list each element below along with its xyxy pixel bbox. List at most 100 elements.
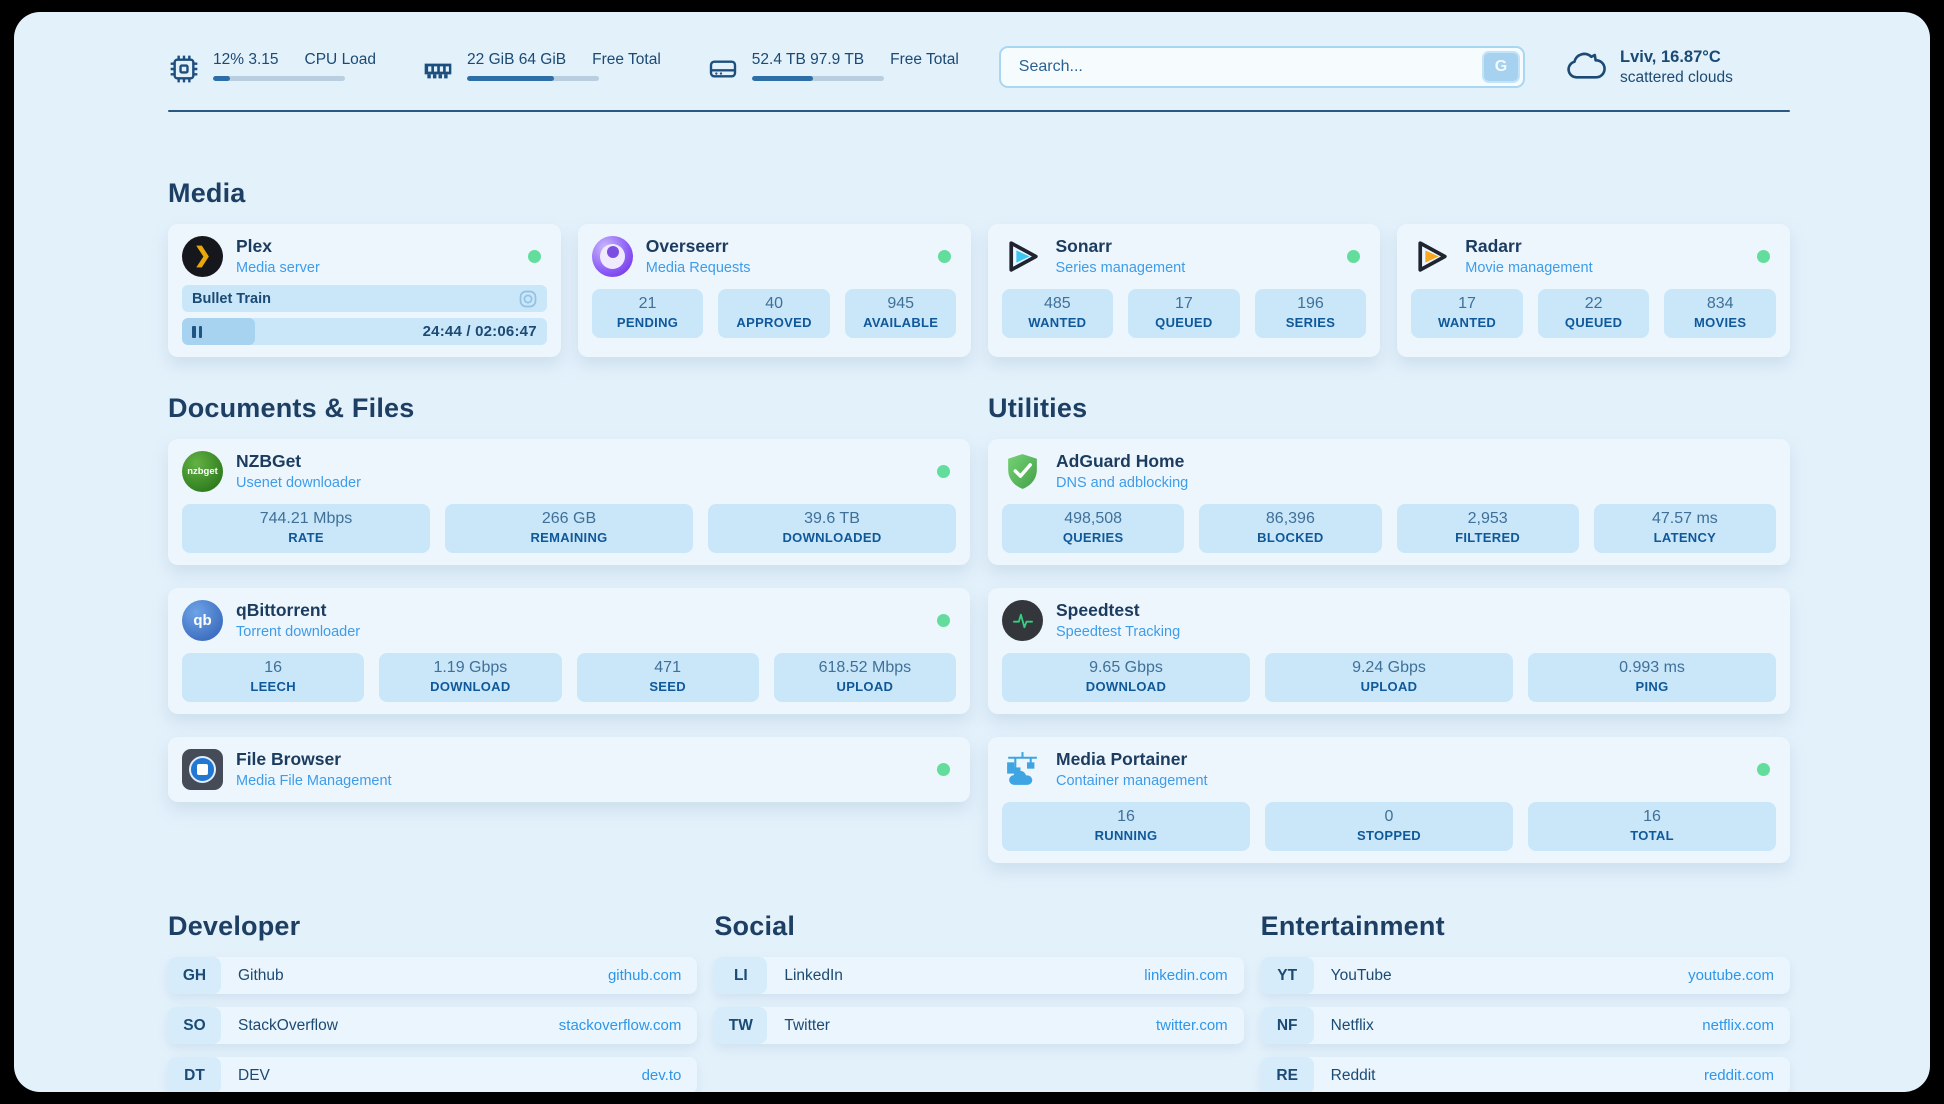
link-name: LinkedIn <box>784 967 843 985</box>
disk-label-2: Total <box>926 51 959 68</box>
playback-time: 24:44 / 02:06:47 <box>423 323 537 340</box>
link-tag: DT <box>168 1057 221 1092</box>
card-header: SpeedtestSpeedtest Tracking <box>1002 600 1776 641</box>
media-cards-grid: ❯PlexMedia serverBullet Train24:44 / 02:… <box>168 224 1790 357</box>
card-subtitle: Speedtest Tracking <box>1056 623 1180 641</box>
link-url: github.com <box>608 967 681 984</box>
section-title-documents: Documents & Files <box>168 393 970 424</box>
stat-value: 47.57 ms <box>1600 510 1770 528</box>
stat-label: DOWNLOAD <box>1008 679 1244 694</box>
app-card-radarr[interactable]: RadarrMovie management17WANTED22QUEUED83… <box>1397 224 1790 357</box>
stat-label: PENDING <box>598 315 698 330</box>
hardware-stats: 12% 3.15 CPU Load <box>168 50 959 85</box>
stat-value: 16 <box>1534 808 1770 826</box>
app-card-plex[interactable]: ❯PlexMedia serverBullet Train24:44 / 02:… <box>168 224 561 357</box>
stat-label: SERIES <box>1261 315 1361 330</box>
radarr-icon <box>1411 236 1452 277</box>
stat-chip-wanted: 485WANTED <box>1002 289 1114 338</box>
stat-value: 618.52 Mbps <box>780 659 950 677</box>
stat-chip-download: 9.65 Gbps DOWNLOAD <box>1002 653 1250 702</box>
stat-chip-leech: 16LEECH <box>182 653 364 702</box>
stat-chip-approved: 40APPROVED <box>718 289 830 338</box>
link-row-stackoverflow[interactable]: SOStackOverflowstackoverflow.com <box>168 1007 697 1044</box>
link-row-reddit[interactable]: RERedditreddit.com <box>1261 1057 1790 1092</box>
sonarr-icon <box>1002 236 1043 277</box>
ram-icon <box>422 53 454 85</box>
card-header: qbqBittorrentTorrent downloader <box>182 600 956 641</box>
stat-label: STOPPED <box>1271 828 1507 843</box>
stat-label: BLOCKED <box>1205 530 1375 545</box>
stat-label: PING <box>1534 679 1770 694</box>
speedtest-icon <box>1002 600 1043 641</box>
card-stats-row: 498,508QUERIES86,396BLOCKED2,953FILTERED… <box>1002 504 1776 553</box>
card-title: qBittorrent <box>236 600 360 622</box>
card-header: File BrowserMedia File Management <box>182 749 956 790</box>
stat-chip-latency: 47.57 msLATENCY <box>1594 504 1776 553</box>
card-header-text: Media PortainerContainer management <box>1056 749 1208 790</box>
search-bar: G <box>999 46 1525 88</box>
link-url: stackoverflow.com <box>559 1017 682 1034</box>
link-row-linkedin[interactable]: LILinkedInlinkedin.com <box>714 957 1243 994</box>
card-header: ❯PlexMedia server <box>182 236 547 277</box>
app-card-qbittorrent[interactable]: qbqBittorrentTorrent downloader16LEECH1.… <box>168 588 970 714</box>
stat-chip-queued: 22QUEUED <box>1538 289 1650 338</box>
status-online-dot <box>937 614 950 627</box>
app-card-sonarr[interactable]: SonarrSeries management485WANTED17QUEUED… <box>988 224 1381 357</box>
cpu-icon <box>168 53 200 85</box>
card-subtitle: Movie management <box>1465 259 1592 277</box>
card-header-text: SpeedtestSpeedtest Tracking <box>1056 600 1180 641</box>
stat-chip-download: 1.19 GbpsDOWNLOAD <box>379 653 561 702</box>
card-subtitle: Media server <box>236 259 320 277</box>
link-row-twitter[interactable]: TWTwittertwitter.com <box>714 1007 1243 1044</box>
stat-value: 16 <box>188 659 358 677</box>
card-stats-row: 16RUNNING0STOPPED16TOTAL <box>1002 802 1776 851</box>
link-row-github[interactable]: GHGithubgithub.com <box>168 957 697 994</box>
qbittorrent-icon: qb <box>182 600 223 641</box>
link-tag: YT <box>1261 957 1314 994</box>
section-title-entertainment: Entertainment <box>1261 911 1790 942</box>
app-card-media-portainer[interactable]: Media PortainerContainer management16RUN… <box>988 737 1790 863</box>
search-engine-button[interactable]: G <box>1482 51 1520 83</box>
stat-chip-pending: 21PENDING <box>592 289 704 338</box>
plex-icon: ❯ <box>182 236 223 277</box>
pause-icon <box>192 326 210 338</box>
card-stats-row: 16LEECH1.19 GbpsDOWNLOAD471SEED618.52 Mb… <box>182 653 956 702</box>
stat-value: 0.993 ms <box>1534 659 1770 677</box>
card-title: NZBGet <box>236 451 361 473</box>
stat-value: 17 <box>1134 295 1234 313</box>
search-input[interactable] <box>999 46 1525 88</box>
section-utilities: Utilities AdGuard HomeDNS and adblocking… <box>988 393 1790 863</box>
section-media: Media ❯PlexMedia serverBullet Train24:44… <box>168 178 1790 357</box>
app-card-nzbget[interactable]: nzbgetNZBGetUsenet downloader744.21 Mbps… <box>168 439 970 565</box>
cpu-label-1: CPU <box>305 51 338 68</box>
disk-stat: 52.4 TB 97.9 TB Free Total <box>707 50 959 85</box>
section-title-media: Media <box>168 178 1790 209</box>
card-title: Sonarr <box>1056 236 1186 258</box>
app-card-overseerr[interactable]: OverseerrMedia Requests21PENDING40APPROV… <box>578 224 971 357</box>
app-card-adguard-home[interactable]: AdGuard HomeDNS and adblocking498,508QUE… <box>988 439 1790 565</box>
app-card-speedtest[interactable]: SpeedtestSpeedtest Tracking 9.65 Gbps DOWN… <box>988 588 1790 714</box>
link-name: Reddit <box>1331 1067 1376 1085</box>
card-title: Overseerr <box>646 236 751 258</box>
stat-label: QUERIES <box>1008 530 1178 545</box>
link-name: DEV <box>238 1067 270 1085</box>
status-online-dot <box>937 465 950 478</box>
nzbget-icon: nzbget <box>182 451 223 492</box>
filebrowser-icon <box>182 749 223 790</box>
link-row-dev[interactable]: DTDEVdev.to <box>168 1057 697 1092</box>
link-row-netflix[interactable]: NFNetflixnetflix.com <box>1261 1007 1790 1044</box>
stat-chip-queries: 498,508QUERIES <box>1002 504 1184 553</box>
stat-value: 40 <box>724 295 824 313</box>
cpu-progress-fill <box>213 76 230 81</box>
link-section-entertainment: EntertainmentYTYouTubeyoutube.comNFNetfl… <box>1261 911 1790 1092</box>
link-name: YouTube <box>1331 967 1392 985</box>
stat-label: REMAINING <box>451 530 687 545</box>
ram-progress-fill <box>467 76 554 81</box>
stat-value: 9.65 Gbps <box>1008 659 1244 677</box>
link-section-social: SocialLILinkedInlinkedin.comTWTwittertwi… <box>714 911 1243 1044</box>
link-row-youtube[interactable]: YTYouTubeyoutube.com <box>1261 957 1790 994</box>
card-header: nzbgetNZBGetUsenet downloader <box>182 451 956 492</box>
header-divider <box>168 110 1790 112</box>
link-url: reddit.com <box>1704 1067 1774 1084</box>
app-card-file-browser[interactable]: File BrowserMedia File Management <box>168 737 970 802</box>
